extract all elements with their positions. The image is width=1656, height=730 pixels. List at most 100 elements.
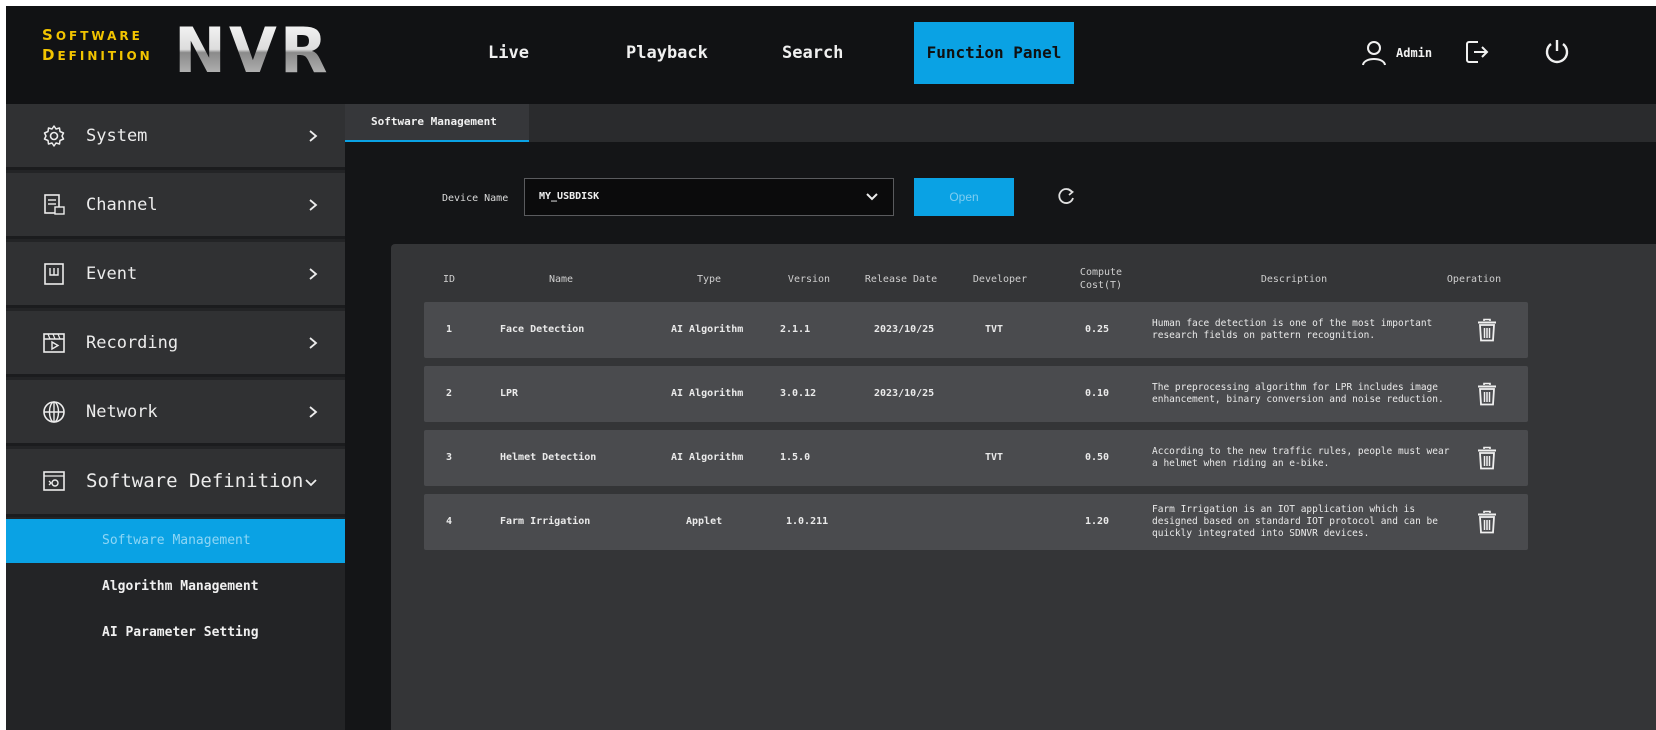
nav-live[interactable]: Live xyxy=(488,22,568,84)
chevron-right-icon xyxy=(309,130,318,142)
header-type: Type xyxy=(696,274,722,285)
software-icon xyxy=(43,471,65,491)
sidebar-item-network[interactable]: Network xyxy=(6,380,345,446)
table-row[interactable]: 1 Face Detection AI Algorithm 2.1.1 2023… xyxy=(424,302,1528,358)
header-name: Name xyxy=(548,274,574,285)
cell-description: Human face detection is one of the most … xyxy=(1152,318,1433,341)
user-icon[interactable] xyxy=(1361,40,1387,66)
software-table: ID Name Type Version Release Date Develo… xyxy=(391,244,1656,730)
main-content: Software Management Device Name MY_USBDI… xyxy=(345,104,1656,730)
cell-release-date: 2023/10/25 xyxy=(874,324,935,335)
cell-description: The preprocessing algorithm for LPR incl… xyxy=(1152,382,1444,405)
header-release-date: Release Date xyxy=(864,274,938,285)
logout-icon[interactable] xyxy=(1464,39,1490,65)
device-name-label: Device Name xyxy=(442,193,509,204)
cell-version: 2.1.1 xyxy=(780,324,811,335)
trash-icon[interactable] xyxy=(1476,382,1498,406)
chevron-right-icon xyxy=(309,337,318,349)
trash-icon[interactable] xyxy=(1476,510,1498,534)
chevron-right-icon xyxy=(309,268,318,280)
nav-playback[interactable]: Playback xyxy=(626,22,736,84)
cell-name: LPR xyxy=(500,388,519,399)
globe-icon xyxy=(43,401,65,423)
cell-version: 1.5.0 xyxy=(780,452,811,463)
cell-name: Helmet Detection xyxy=(500,452,597,463)
device-name-select[interactable]: MY_USBDISK xyxy=(524,178,894,216)
table-row[interactable]: 2 LPR AI Algorithm 3.0.12 2023/10/25 0.1… xyxy=(424,366,1528,422)
username-label[interactable]: Admin xyxy=(1396,46,1432,60)
sidebar-item-system[interactable]: System xyxy=(6,104,345,170)
nav-search[interactable]: Search xyxy=(782,22,872,84)
cell-type: AI Algorithm xyxy=(671,324,744,335)
sidebar-item-channel[interactable]: Channel xyxy=(6,173,345,239)
chevron-down-icon xyxy=(866,193,878,201)
top-bar: SOFTWARE DEFINITION NVR Live Playback Se… xyxy=(6,6,1656,104)
brand-line-1: SOFTWARE xyxy=(42,26,143,44)
header-compute-line-1: Compute xyxy=(1079,267,1123,278)
cell-name: Face Detection xyxy=(500,324,585,335)
cell-name: Farm Irrigation xyxy=(500,516,591,527)
header-id: ID xyxy=(442,274,456,285)
cell-id: 2 xyxy=(446,388,453,399)
power-icon[interactable] xyxy=(1544,38,1570,66)
cell-description: According to the new traffic rules, peop… xyxy=(1152,446,1450,469)
cell-id: 4 xyxy=(446,516,453,527)
cell-description: Farm Irrigation is an IOT application wh… xyxy=(1152,504,1438,539)
header-description: Description xyxy=(1260,274,1328,285)
sidebar-item-label: System xyxy=(86,126,148,146)
table-row[interactable]: 3 Helmet Detection AI Algorithm 1.5.0 TV… xyxy=(424,430,1528,486)
sidebar-item-label: Software Definition xyxy=(86,470,304,492)
sidebar-item-label: Network xyxy=(86,402,158,422)
cell-compute-cost: 0.50 xyxy=(1085,452,1110,463)
app-window: SOFTWARE DEFINITION NVR Live Playback Se… xyxy=(6,6,1656,730)
table-row[interactable]: 4 Farm Irrigation Applet 1.0.211 1.20 Fa… xyxy=(424,494,1528,550)
cell-type: Applet xyxy=(686,516,723,527)
tab-strip: Software Management xyxy=(345,104,1656,142)
cell-developer: TVT xyxy=(985,324,1004,335)
sidebar-item-software-definition[interactable]: Software Definition xyxy=(6,449,345,517)
brand-tagline: SOFTWARE DEFINITION xyxy=(42,26,153,66)
header-version: Version xyxy=(787,274,831,285)
header-operation: Operation xyxy=(1446,274,1502,285)
device-name-value: MY_USBDISK xyxy=(539,191,600,202)
trash-icon[interactable] xyxy=(1476,318,1498,342)
sidebar-item-recording[interactable]: Recording xyxy=(6,311,345,377)
cell-developer: TVT xyxy=(985,452,1004,463)
sidebar-subitem-ai-parameter-setting[interactable]: AI Parameter Setting xyxy=(6,611,345,655)
sidebar-subitem-software-management[interactable]: Software Management xyxy=(6,519,345,563)
cell-compute-cost: 1.20 xyxy=(1085,516,1110,527)
sidebar-item-label: Channel xyxy=(86,195,158,215)
sidebar-item-event[interactable]: Event xyxy=(6,242,345,308)
open-button[interactable]: Open xyxy=(914,178,1014,216)
chevron-right-icon xyxy=(309,199,318,211)
trash-icon[interactable] xyxy=(1476,446,1498,470)
gear-icon xyxy=(43,125,65,147)
brand-product: NVR xyxy=(174,12,331,90)
cell-id: 3 xyxy=(446,452,453,463)
cell-compute-cost: 0.25 xyxy=(1085,324,1110,335)
cell-version: 1.0.211 xyxy=(786,516,829,527)
cell-release-date: 2023/10/25 xyxy=(874,388,935,399)
sidebar-subitem-algorithm-management[interactable]: Algorithm Management xyxy=(6,565,345,609)
cell-type: AI Algorithm xyxy=(671,452,744,463)
cell-id: 1 xyxy=(446,324,453,335)
cell-type: AI Algorithm xyxy=(671,388,744,399)
cell-version: 3.0.12 xyxy=(780,388,817,399)
recording-icon xyxy=(43,333,65,353)
event-icon xyxy=(44,263,64,285)
sidebar: System Channel Event Recording Network S… xyxy=(6,104,345,730)
sidebar-item-label: Event xyxy=(86,264,138,284)
header-developer: Developer xyxy=(972,274,1028,285)
nav-function-panel[interactable]: Function Panel xyxy=(914,22,1074,84)
chevron-down-icon xyxy=(305,479,317,487)
cell-compute-cost: 0.10 xyxy=(1085,388,1110,399)
brand-line-2: DEFINITION xyxy=(42,46,153,64)
header-compute-line-2: Cost(T) xyxy=(1079,280,1123,291)
channel-icon xyxy=(44,194,65,215)
brand-logo: SOFTWARE DEFINITION NVR xyxy=(42,14,362,92)
chevron-right-icon xyxy=(309,406,318,418)
tab-software-management[interactable]: Software Management xyxy=(345,104,529,142)
sidebar-item-label: Recording xyxy=(86,333,179,353)
header-compute-cost: Compute Cost(T) xyxy=(1071,266,1131,292)
refresh-icon[interactable] xyxy=(1056,186,1076,206)
